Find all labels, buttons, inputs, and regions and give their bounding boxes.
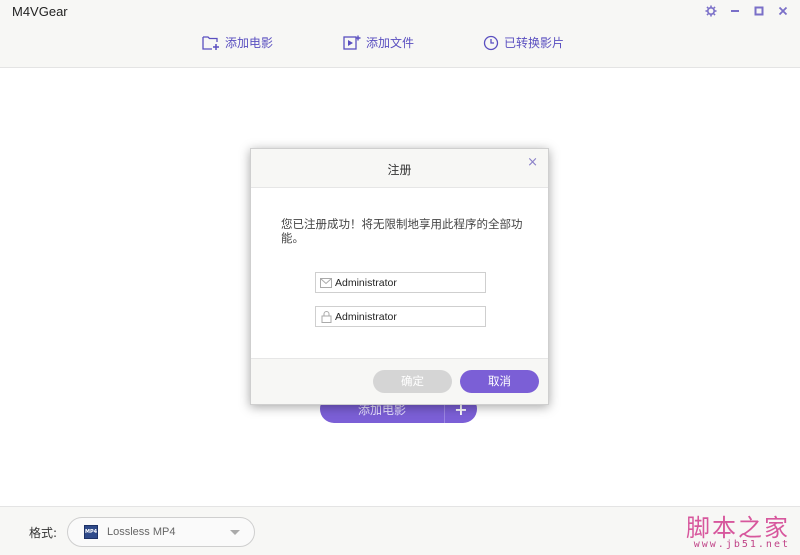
app-window: M4VGear 添加电影 添加文件 已转换影片 添加电影 + 格式: MP4 L… — [0, 0, 800, 555]
cancel-button[interactable]: 取消 — [460, 370, 539, 393]
mail-icon — [320, 277, 332, 289]
lock-icon — [320, 310, 332, 323]
email-input[interactable] — [335, 276, 475, 289]
dialog-title: 注册 — [387, 163, 412, 177]
dialog-footer: 确定 取消 — [251, 358, 548, 404]
dialog-header: 注册 × — [251, 149, 548, 188]
email-field[interactable] — [315, 272, 486, 293]
dialog-close-icon[interactable]: × — [527, 155, 538, 170]
ok-button[interactable]: 确定 — [373, 370, 452, 393]
dialog-message: 您已注册成功！将无限制地享用此程序的全部功能。 — [281, 217, 523, 245]
register-dialog: 注册 × 您已注册成功！将无限制地享用此程序的全部功能。 确定 取消 — [250, 148, 549, 405]
code-field[interactable] — [315, 306, 486, 327]
code-input[interactable] — [335, 310, 475, 323]
modal-overlay: 注册 × 您已注册成功！将无限制地享用此程序的全部功能。 确定 取消 — [0, 0, 800, 555]
